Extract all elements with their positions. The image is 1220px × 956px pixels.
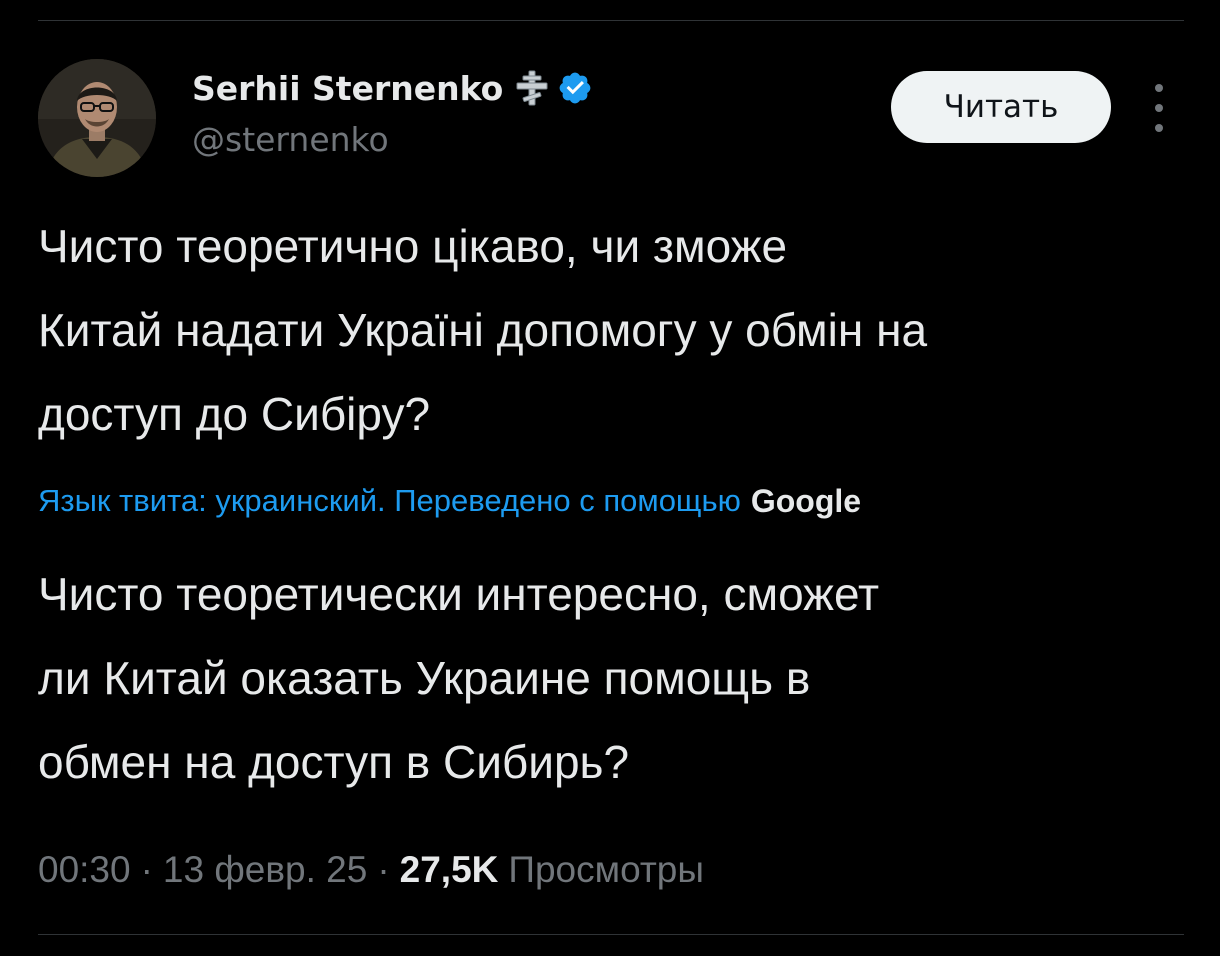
top-divider <box>38 20 1184 21</box>
author-name-row: Serhii Sternenko <box>192 64 593 112</box>
translated-text-line: ли Китай оказать Украине помощь в <box>38 652 811 704</box>
author-handle[interactable]: @sternenko <box>192 120 389 159</box>
google-logo: Google <box>750 482 862 519</box>
tweet-time[interactable]: 00:30 <box>38 849 131 891</box>
verified-badge-icon[interactable] <box>557 70 593 106</box>
more-dot <box>1155 124 1163 132</box>
tweet-meta: 00:30 · 13 февр. 25 · 27,5K Просмотры <box>38 842 704 898</box>
more-vertical-icon[interactable] <box>1146 84 1172 132</box>
avatar[interactable] <box>38 59 156 177</box>
follow-button[interactable]: Читать <box>891 71 1111 143</box>
more-dot <box>1155 84 1163 92</box>
more-dot <box>1155 104 1163 112</box>
meta-separator: · <box>377 849 390 890</box>
translation-note: Язык твита: украинский. Переведено с пом… <box>38 476 861 526</box>
tweet-text-line: Китай надати Україні допомогу у обмін на <box>38 304 928 356</box>
tweet-translated-text: Чисто теоретически интересно, сможет ли … <box>38 552 1198 804</box>
translation-link[interactable]: Язык твита: украинский. Переведено с пом… <box>38 483 741 519</box>
translated-text-line: обмен на доступ в Сибирь? <box>38 736 630 788</box>
translated-text-line: Чисто теоретически интересно, сможет <box>38 568 880 620</box>
views-label: Просмотры <box>508 849 704 890</box>
display-name[interactable]: Serhii Sternenko <box>192 69 503 108</box>
bottom-divider <box>38 934 1184 935</box>
tweet-original-text: Чисто теоретично цікаво, чи зможе Китай … <box>38 204 1198 456</box>
tweet-date[interactable]: 13 февр. 25 <box>163 849 367 891</box>
tweet-text-line: доступ до Сибіру? <box>38 388 431 440</box>
views-count: 27,5K <box>399 849 499 890</box>
tweet-text-line: Чисто теоретично цікаво, чи зможе <box>38 220 788 272</box>
orthodox-cross-icon <box>515 70 549 106</box>
meta-separator: · <box>140 849 153 890</box>
avatar-photo <box>38 59 156 177</box>
